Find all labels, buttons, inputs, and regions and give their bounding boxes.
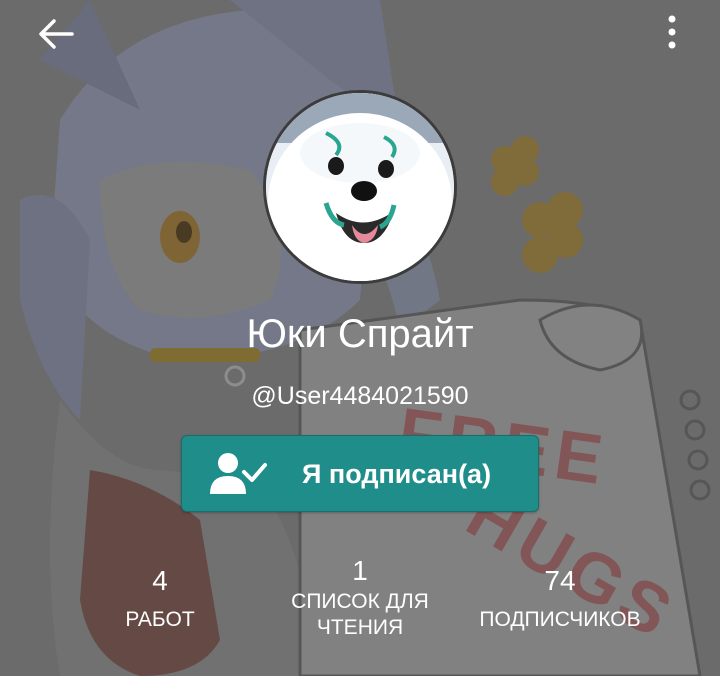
user-check-icon: [210, 453, 267, 494]
stat-followers-count: 74: [544, 565, 576, 596]
stat-works[interactable]: 4 РАБОТ: [100, 563, 220, 633]
stat-reading-list-label-line1: СПИСОК ДЛЯ: [291, 590, 429, 613]
stat-reading-list-label-line2: ЧТЕНИЯ: [316, 616, 404, 639]
profile-screen: FREE HUGS Юки Спр: [0, 0, 720, 676]
avatar-image: [266, 93, 454, 281]
stat-works-count: 4: [152, 565, 168, 596]
profile-username: @User4484021590: [251, 382, 469, 410]
more-vertical-icon: [668, 15, 676, 49]
following-button[interactable]: Я подписан(а): [181, 435, 539, 512]
stat-followers-label: ПОДПИСЧИКОВ: [479, 608, 641, 631]
more-options-button[interactable]: [650, 10, 694, 54]
arrow-left-icon: [39, 19, 74, 49]
stat-works-label: РАБОТ: [125, 608, 195, 631]
stat-reading-list[interactable]: 1 СПИСОК ДЛЯ ЧТЕНИЯ: [260, 555, 460, 641]
avatar: [263, 90, 457, 284]
stat-followers[interactable]: 74 ПОДПИСЧИКОВ: [460, 563, 660, 633]
stat-reading-list-count: 1: [352, 555, 368, 586]
following-button-label: Я подписан(а): [302, 459, 492, 489]
back-button[interactable]: [28, 12, 84, 56]
profile-name: Юки Спрайт: [246, 312, 474, 356]
